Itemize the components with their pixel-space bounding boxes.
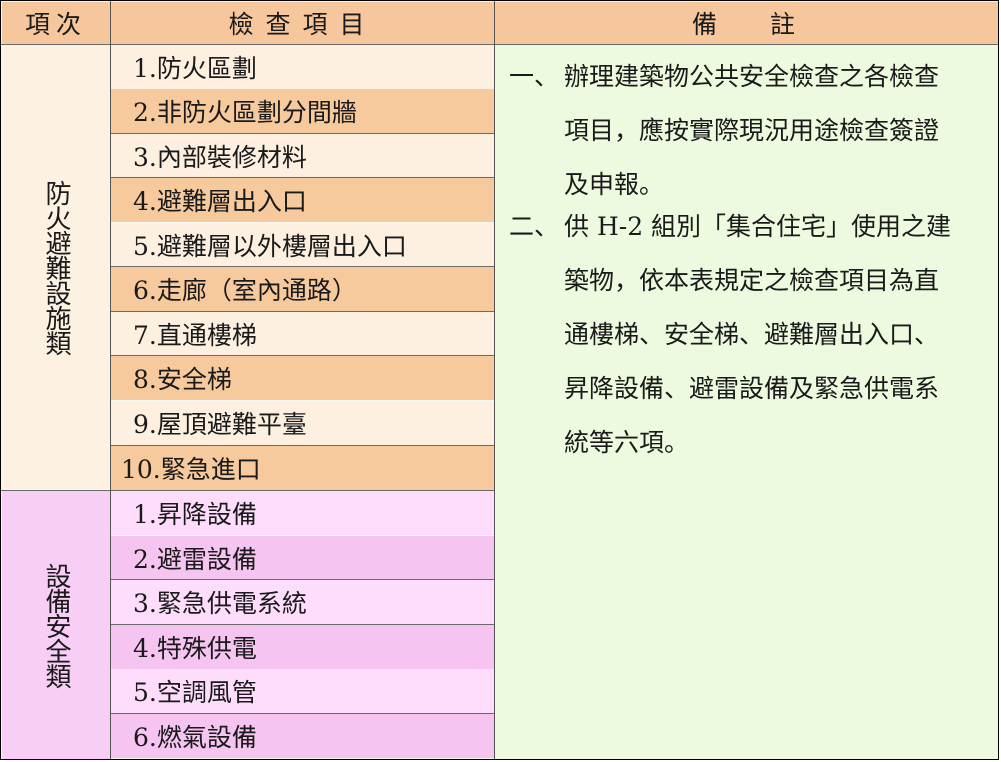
equipment-item-row: 1.昇降設備 [111, 491, 494, 535]
header-note: 備 註 [495, 2, 998, 44]
fire-safety-category-label: 防火避難設施類 [41, 179, 71, 355]
fire-item-label: 2.非防火區劃分間牆 [133, 98, 357, 127]
fire-item-label: 9.屋頂避難平臺 [133, 410, 307, 439]
fire-item-row: 5.避難層以外樓層出入口 [111, 223, 494, 267]
fire-item-label: 8.安全梯 [133, 365, 232, 394]
row-divider [111, 579, 494, 580]
column-divider [494, 1, 495, 759]
fire-item-row: 7.直通樓梯 [111, 312, 494, 356]
note-line: 辦理建築物公共安全檢查之各檢查 [564, 62, 940, 91]
note-line: 項目，應按實際現況用途檢查簽證 [564, 116, 940, 145]
equipment-item-row: 5.空調風管 [111, 669, 494, 713]
fire-item-row: 10.緊急進口 [111, 446, 494, 490]
notes-cell: 一、 辦理建築物公共安全檢查之各檢查 項目，應按實際現況用途檢查簽證 及申報。 … [495, 45, 998, 759]
fire-item-label: 10.緊急進口 [121, 455, 261, 484]
fire-item-row: 8.安全梯 [111, 356, 494, 400]
header-item-label: 檢查項目 [228, 10, 377, 39]
equipment-item-row: 4.特殊供電 [111, 625, 494, 669]
fire-item-row: 2.非防火區劃分間牆 [111, 89, 494, 133]
equipment-safety-category-label: 設備安全類 [41, 562, 71, 688]
note-line: 築物，依本表規定之檢查項目為直 [564, 266, 940, 295]
row-divider [111, 355, 494, 356]
row-divider [111, 311, 494, 312]
equipment-item-row: 6.燃氣設備 [111, 714, 494, 758]
header-category-label: 項次 [24, 10, 87, 39]
equipment-item-label: 5.空調風管 [133, 678, 257, 707]
equipment-item-label: 1.昇降設備 [133, 500, 257, 529]
fire-item-row: 6.走廊（室內通路） [111, 267, 494, 311]
header-note-label-right: 註 [770, 10, 796, 39]
row-divider [111, 624, 494, 625]
note-number: 一、 [509, 62, 560, 91]
note-line: 及申報。 [564, 170, 665, 199]
fire-item-label: 4.避難層出入口 [133, 187, 307, 216]
inspection-table-page: 項次 檢查項目 備 註 防火避難設施類 設備安全類 1.防火區劃 2.非防火區劃… [0, 0, 1001, 762]
fire-item-row: 4.避難層出入口 [111, 178, 494, 222]
fire-item-label: 7.直通樓梯 [133, 321, 257, 350]
equipment-item-label: 3.緊急供電系統 [133, 589, 307, 618]
fire-item-label: 5.避難層以外樓層出入口 [133, 232, 407, 261]
row-divider [111, 177, 494, 178]
category-divider [1, 490, 495, 491]
row-divider [111, 266, 494, 267]
note-line: 供 H-2 組別「集合住宅」使用之建 [564, 212, 952, 241]
header-item: 檢查項目 [111, 2, 494, 44]
fire-item-row: 3.內部裝修材料 [111, 134, 494, 178]
equipment-item-label: 4.特殊供電 [133, 634, 257, 663]
fire-item-row: 9.屋頂避難平臺 [111, 401, 494, 445]
equipment-item-label: 6.燃氣設備 [133, 723, 257, 752]
equipment-safety-category-cell: 設備安全類 [2, 491, 110, 759]
fire-item-label: 1.防火區劃 [133, 54, 257, 83]
fire-safety-category-cell: 防火避難設施類 [2, 45, 110, 489]
note-line: 統等六項。 [564, 428, 690, 457]
row-divider [111, 445, 494, 446]
note-line: 昇降設備、避雷設備及緊急供電系 [564, 374, 940, 403]
fire-item-label: 3.內部裝修材料 [133, 143, 307, 172]
fire-item-label: 6.走廊（室內通路） [133, 276, 357, 305]
fire-item-row: 1.防火區劃 [111, 45, 494, 89]
header-note-label-left: 備 [692, 10, 718, 39]
note-line: 通樓梯、安全梯、避難層出入口、 [564, 320, 940, 349]
row-divider [111, 133, 494, 134]
equipment-item-label: 2.避雷設備 [133, 545, 257, 574]
note-number: 二、 [509, 212, 560, 241]
header-divider [1, 44, 998, 45]
row-divider [111, 713, 494, 714]
column-divider [110, 1, 111, 759]
equipment-item-row: 3.緊急供電系統 [111, 580, 494, 624]
header-category: 項次 [2, 2, 110, 44]
equipment-item-row: 2.避雷設備 [111, 536, 494, 580]
